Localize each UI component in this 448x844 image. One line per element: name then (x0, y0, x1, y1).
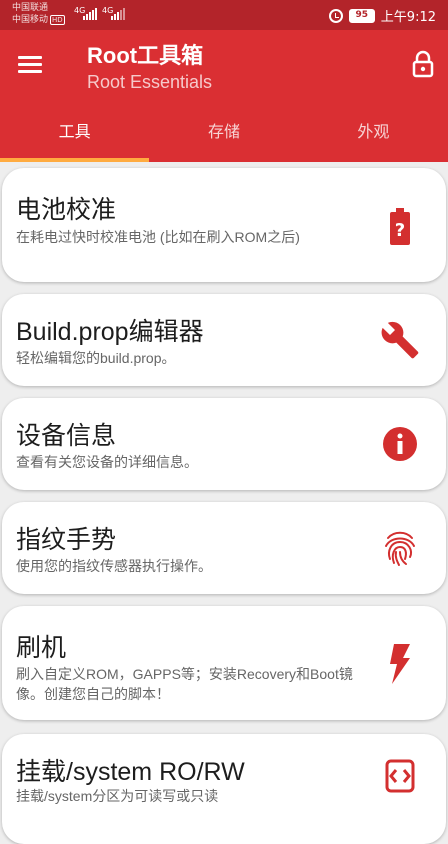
item-description: 刷入自定义ROM，GAPPS等；安装Recovery和Boot镜像。创建您自己的… (16, 666, 353, 702)
carrier-2: 中国移动 (12, 15, 49, 25)
carrier-info: 中国联通 中国移动 HD (12, 2, 65, 26)
app-title: Root工具箱 (87, 43, 204, 68)
list-item-build-prop-editor[interactable]: Build.prop编辑器 轻松编辑您的build.prop。 (2, 294, 446, 386)
menu-icon[interactable] (18, 54, 44, 76)
tab-tools[interactable]: 工具 (0, 112, 150, 162)
tab-storage[interactable]: 存储 (149, 112, 298, 162)
list-item-battery-calibration[interactable]: 电池校准 在耗电过快时校准电池 (比如在刷入ROM之后) ? (2, 168, 446, 282)
list-item-mount-system[interactable]: 挂载/system RO/RW 挂载/system分区为可读写或只读 (2, 734, 446, 844)
item-title: 刷机 (16, 634, 67, 662)
fingerprint-icon (380, 528, 420, 568)
signal-2-icon (111, 8, 125, 20)
battery-icon: 95 (348, 8, 375, 23)
lock-icon[interactable] (412, 50, 434, 78)
item-title: Build.prop编辑器 (16, 318, 204, 346)
app-subtitle: Root Essentials (87, 72, 213, 92)
item-description: 轻松编辑您的build.prop。 (16, 350, 176, 366)
item-description: 查看有关您设备的详细信息。 (16, 454, 198, 470)
info-icon (380, 424, 420, 464)
item-description: 在耗电过快时校准电池 (比如在刷入ROM之后) (16, 229, 300, 245)
item-title: 电池校准 (16, 196, 117, 224)
list-item-device-info[interactable]: 设备信息 查看有关您设备的详细信息。 (2, 398, 446, 490)
item-title: 挂载/system RO/RW (16, 758, 245, 786)
status-right: 95 上午9:12 (328, 6, 436, 25)
alarm-icon (328, 8, 343, 23)
list-item-flash[interactable]: 刷机 刷入自定义ROM，GAPPS等；安装Recovery和Boot镜像。创建您… (2, 606, 446, 720)
item-title: 指纹手势 (16, 526, 117, 554)
status-bar: 中国联通 中国移动 HD 4G 4G 95 上午9:12 (0, 0, 448, 30)
item-description: 使用您的指纹传感器执行操作。 (16, 558, 212, 574)
signal-1-icon (83, 8, 97, 20)
carrier-1: 中国联通 (12, 3, 49, 13)
list-item-fingerprint-gestures[interactable]: 指纹手势 使用您的指纹传感器执行操作。 (2, 502, 446, 594)
clock: 上午9:12 (380, 10, 436, 25)
swap-icon (380, 756, 420, 796)
battery-unknown-icon: ? (380, 207, 420, 247)
hd-badge: HD (50, 15, 65, 25)
flash-icon (380, 644, 420, 684)
wrench-icon (380, 320, 420, 360)
item-title: 设备信息 (16, 422, 117, 450)
svg-text:?: ? (395, 220, 405, 241)
app-bar: Root工具箱 Root Essentials 工具 存储 外观 (0, 30, 448, 162)
tab-bar: 工具 存储 外观 (0, 112, 448, 162)
item-description: 挂载/system分区为可读写或只读 (16, 788, 219, 804)
tab-appearance[interactable]: 外观 (299, 112, 448, 162)
